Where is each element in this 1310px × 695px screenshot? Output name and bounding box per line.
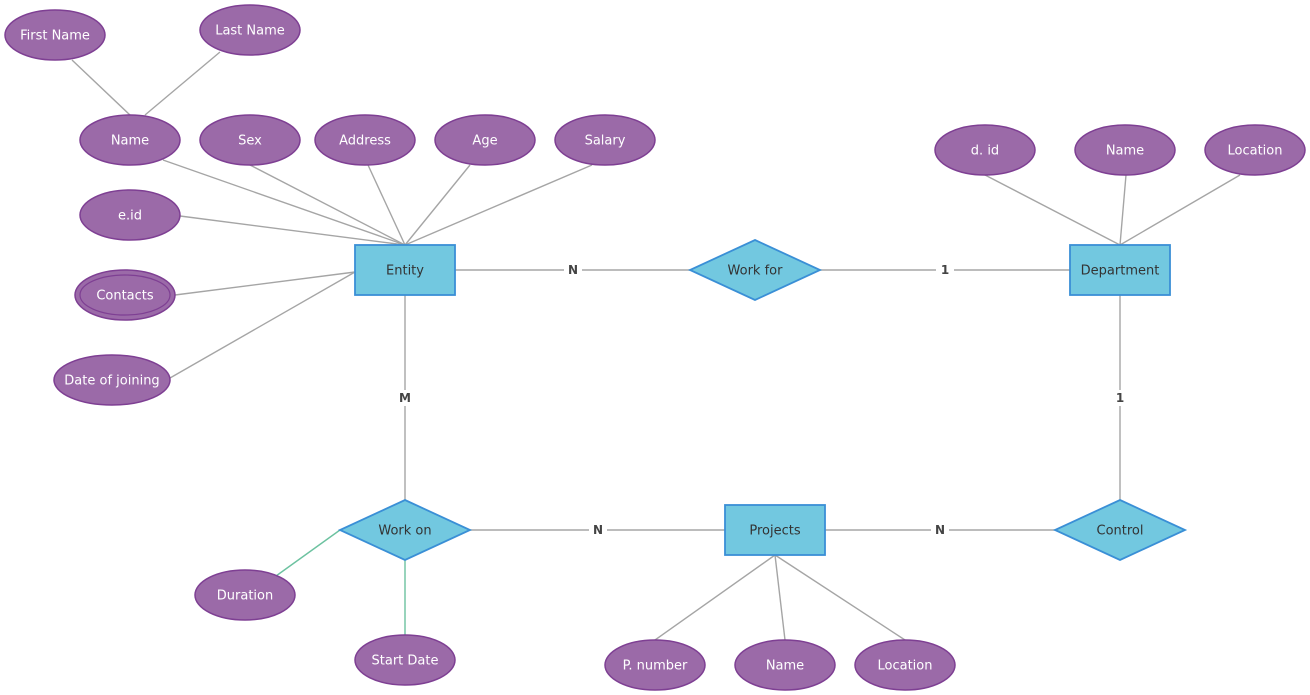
attribute-label: Age [472,134,497,149]
edge-dname-to-department [1119,174,1127,246]
attribute-label: Location [878,659,933,674]
entity-label: Department [1081,264,1160,279]
attribute-eid[interactable]: e.id [79,189,181,241]
entity-department[interactable]: Department [1069,244,1171,296]
edge-date-joining-to-entity [169,271,356,379]
attribute-label: Sex [238,134,262,149]
attribute-plocation[interactable]: Location [854,639,956,691]
attribute-label: Location [1228,144,1283,159]
cardinality-text: 1 [1116,391,1124,405]
entity-projects[interactable]: Projects [724,504,826,556]
edge-address-to-entity [367,164,406,246]
attribute-last-name[interactable]: Last Name [199,4,301,56]
attribute-label: Salary [585,134,626,149]
edge-dlocation-to-department [1119,174,1241,246]
attribute-name[interactable]: Name [79,114,181,166]
attribute-salary[interactable]: Salary [554,114,656,166]
relationship-label: Work for [728,264,784,279]
attribute-label: P. number [623,659,688,674]
attribute-label: Name [766,659,804,674]
cardinality-label: N [931,522,949,538]
attribute-label: First Name [20,29,90,44]
attribute-date-joining[interactable]: Date of joining [53,354,171,406]
attribute-label: Contacts [96,289,154,304]
attribute-contacts[interactable]: Contacts [74,269,176,321]
attribute-did[interactable]: d. id [934,124,1036,176]
attribute-pname[interactable]: Name [734,639,836,691]
cardinality-text: M [399,391,411,405]
attribute-dlocation[interactable]: Location [1204,124,1306,176]
cardinality-text: 1 [941,263,949,277]
edge-salary-to-entity [404,164,593,246]
edge-eid-to-entity [179,215,406,246]
entity-label: Projects [749,524,800,539]
nodes-layer: First Name Last Name Name Sex Address Age Sala… [4,4,1306,691]
edge-name-to-entity [162,159,406,246]
edge-contacts-to-entity [174,271,356,296]
edge-plocation-to-projects [774,554,906,641]
cardinality-label: 1 [936,262,954,278]
attribute-label: Duration [217,589,273,604]
attribute-label: Date of joining [64,374,159,389]
edge-sex-to-entity [249,164,406,246]
cardinality-text: N [593,523,603,537]
cardinality-label: N [589,522,607,538]
attribute-label: d. id [971,144,999,159]
edge-pnumber-to-projects [654,554,776,641]
cardinality-label: N [564,262,582,278]
edge-first-name-to-name [71,59,131,116]
edge-duration-to-work-on [275,529,341,577]
edge-age-to-entity [404,164,471,246]
relationship-control[interactable]: Control [1052,499,1188,561]
entity-label: Entity [386,264,424,279]
attribute-label: Start Date [372,654,439,669]
attribute-duration[interactable]: Duration [194,569,296,621]
relationship-label: Work on [378,524,431,539]
cardinality-text: N [568,263,578,277]
attribute-pnumber[interactable]: P. number [604,639,706,691]
edge-last-name-to-name [144,51,221,116]
cardinality-label: M [396,390,414,406]
relationship-work-on[interactable]: Work on [337,499,473,561]
relationship-work-for[interactable]: Work for [687,239,823,301]
cardinality-layer: N 1 M N N 1 [396,262,1129,538]
attribute-label: e.id [118,209,142,224]
edge-did-to-department [984,174,1121,246]
attribute-age[interactable]: Age [434,114,536,166]
entity-entity[interactable]: Entity [354,244,456,296]
attribute-label: Last Name [215,24,285,39]
attribute-label: Address [339,134,391,149]
attribute-start-date[interactable]: Start Date [354,634,456,686]
attribute-first-name[interactable]: First Name [4,9,106,61]
edge-pname-to-projects [774,554,786,641]
er-diagram-canvas: N 1 M N N 1 First Name Last Name Name Sex Address… [4,4,1306,691]
relationship-label: Control [1097,524,1144,539]
attribute-sex[interactable]: Sex [199,114,301,166]
cardinality-label: 1 [1111,390,1129,406]
attribute-dname[interactable]: Name [1074,124,1176,176]
attribute-address[interactable]: Address [314,114,416,166]
cardinality-text: N [935,523,945,537]
attribute-label: Name [1106,144,1144,159]
attribute-label: Name [111,134,149,149]
